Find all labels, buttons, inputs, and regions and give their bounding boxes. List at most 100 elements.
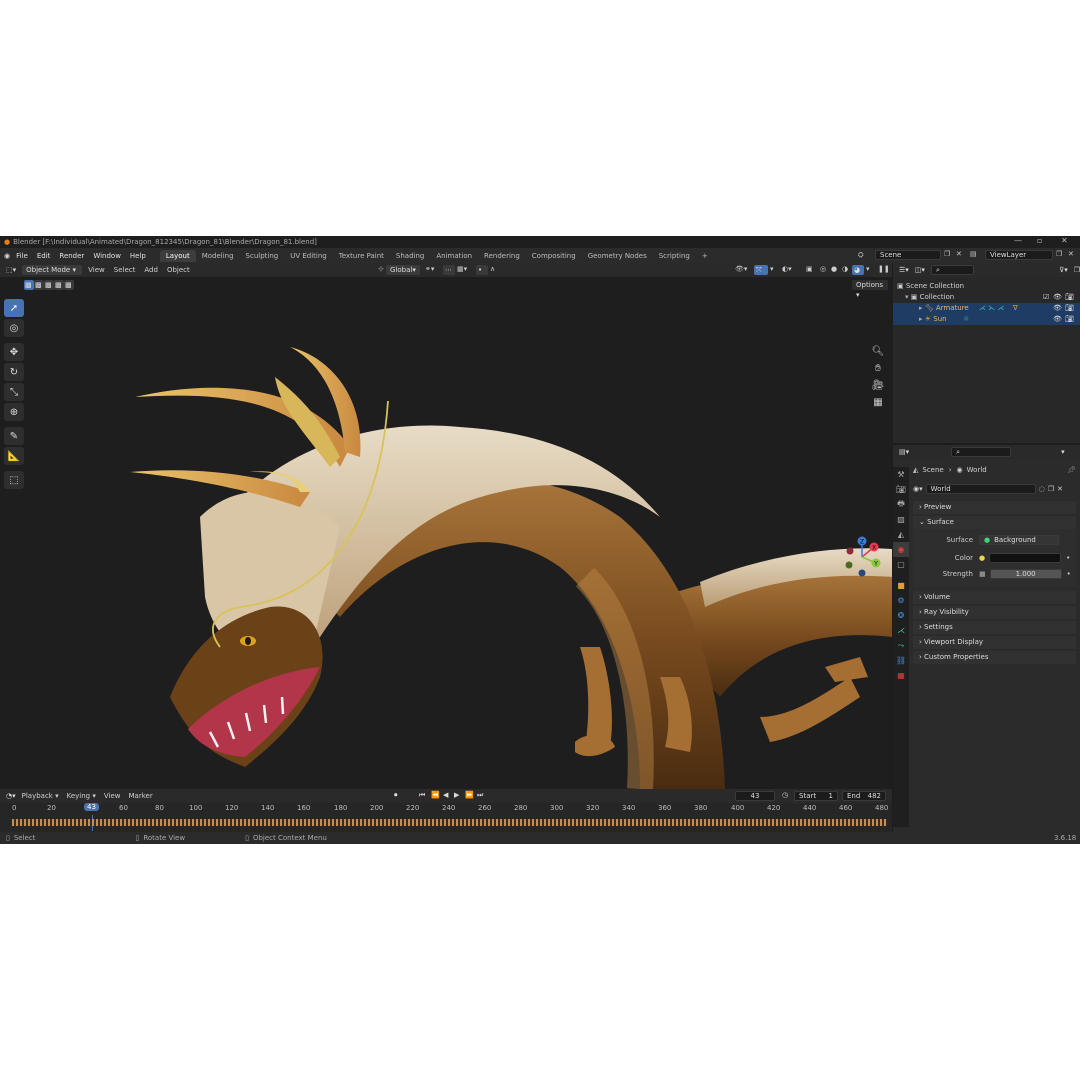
menu-render[interactable]: Render: [59, 252, 84, 260]
pause-render-icon[interactable]: ❚❚: [878, 265, 890, 273]
panel-volume[interactable]: › Volume: [913, 591, 1076, 604]
menu-marker[interactable]: Marker: [129, 792, 153, 800]
physics-tab-icon[interactable]: ⋌: [893, 623, 909, 638]
filter-icon[interactable]: ⊽▾: [1059, 266, 1068, 274]
sun-eye-icon[interactable]: 👁︎: [1053, 314, 1062, 325]
surface-shader-field[interactable]: ● Background: [979, 535, 1059, 545]
collection-checkbox-icon[interactable]: ☑: [1043, 292, 1049, 303]
maximize-icon[interactable]: ▫: [1037, 236, 1042, 245]
falloff-icon[interactable]: ∧: [490, 265, 495, 273]
view-layer-icon[interactable]: ▤: [970, 250, 977, 258]
view-layer-field[interactable]: ViewLayer: [985, 250, 1053, 260]
timeline-editor-icon[interactable]: ◔▾: [6, 792, 16, 800]
scene-tab-icon[interactable]: ◭: [893, 527, 909, 542]
menu-object[interactable]: Object: [167, 266, 190, 274]
shading-rendered-icon[interactable]: ◕: [852, 265, 864, 275]
panel-ray-visibility[interactable]: › Ray Visibility: [913, 606, 1076, 619]
color-swatch[interactable]: [989, 553, 1062, 563]
render-tab-icon[interactable]: 📷︎: [893, 482, 909, 497]
axis-gizmo[interactable]: Z X Y: [842, 535, 884, 579]
overlay-dropdown-icon[interactable]: ▾: [770, 265, 774, 273]
armature-camera-icon[interactable]: 📷︎: [1065, 303, 1074, 314]
snap-toggle-icon[interactable]: ⋯: [443, 265, 455, 275]
unlink-world-icon[interactable]: ✕: [1057, 485, 1063, 493]
play-icon[interactable]: ▶: [454, 791, 459, 799]
pivot-icon[interactable]: ⚭▾: [425, 265, 434, 273]
properties-editor-icon[interactable]: ▤▾: [899, 448, 909, 456]
keyframe-track[interactable]: [12, 819, 887, 826]
fake-user-icon[interactable]: ◌: [1039, 485, 1045, 493]
sun-camera-icon[interactable]: 📷︎: [1065, 314, 1074, 325]
properties-search-input[interactable]: ⌕: [951, 447, 1012, 457]
tab-shading[interactable]: Shading: [390, 250, 430, 262]
camera-view-icon[interactable]: 🎥︎: [870, 377, 886, 393]
world-browse-icon[interactable]: ◉▾: [913, 485, 923, 493]
editor-type-icon[interactable]: ⬚▾: [6, 266, 16, 274]
delete-scene-icon[interactable]: ✕: [956, 250, 962, 258]
xray-icon[interactable]: ▣: [806, 265, 813, 273]
duplicate-world-icon[interactable]: ❐: [1048, 485, 1054, 493]
outliner-item-armature[interactable]: ▸ 🦴︎ Armature ⋌ ⋋ ⋌ ∇ 👁︎ 📷︎: [893, 303, 1080, 314]
minimize-icon[interactable]: —: [1014, 236, 1022, 245]
particles-tab-icon[interactable]: ❂: [893, 608, 909, 623]
snap-target-icon[interactable]: ▦▾: [457, 265, 467, 273]
outliner-editor-icon[interactable]: ☰▾: [899, 266, 909, 274]
shading-options-icon[interactable]: ▾: [866, 265, 870, 273]
tab-layout[interactable]: Layout: [159, 249, 196, 262]
panel-custom-properties[interactable]: › Custom Properties: [913, 651, 1076, 664]
world-tab-icon[interactable]: ◉: [893, 542, 909, 557]
object-tab-icon[interactable]: ■: [893, 578, 909, 593]
playhead[interactable]: 43: [84, 803, 99, 811]
outliner-item-sun[interactable]: ▸ ☀ Sun ☼ 👁︎ 📷︎: [893, 314, 1080, 325]
new-view-layer-icon[interactable]: ❐: [1056, 250, 1062, 258]
tab-modeling[interactable]: Modeling: [196, 250, 240, 262]
navigation-gizmo[interactable]: [840, 535, 841, 536]
data-tab-icon[interactable]: ⛓: [893, 653, 909, 668]
outliner-collection[interactable]: ▾ ▣ Collection ☑ 👁︎ 📷︎: [893, 292, 1080, 303]
proportional-edit-icon[interactable]: •: [476, 265, 488, 275]
menu-playback[interactable]: Playback ▾: [22, 792, 59, 800]
record-icon[interactable]: ⏺: [394, 791, 398, 800]
outliner-search-input[interactable]: ⌕: [930, 265, 975, 275]
tab-compositing[interactable]: Compositing: [526, 250, 582, 262]
3d-viewport[interactable]: ⬚▾ Object Mode ▾ View Select Add Object …: [0, 263, 892, 789]
tab-rendering[interactable]: Rendering: [478, 250, 526, 262]
armature-eye-icon[interactable]: 👁︎: [1053, 303, 1062, 314]
blender-menu-icon[interactable]: ◉: [4, 252, 10, 260]
end-frame-field[interactable]: End 482: [842, 791, 886, 801]
menu-window[interactable]: Window: [93, 252, 121, 260]
menu-select[interactable]: Select: [114, 266, 136, 274]
collection-eye-icon[interactable]: 👁︎: [1053, 292, 1062, 303]
play-reverse-icon[interactable]: ◀: [443, 791, 448, 799]
shading-solid-icon[interactable]: ●: [831, 265, 837, 273]
display-mode-icon[interactable]: ◫▾: [915, 266, 925, 274]
modifier-tab-icon[interactable]: ⚙: [893, 593, 909, 608]
scene-field[interactable]: Scene: [875, 250, 941, 260]
panel-viewport-display[interactable]: › Viewport Display: [913, 636, 1076, 649]
collection-tab-icon[interactable]: ▢: [893, 557, 909, 572]
scene-selector-icon[interactable]: ⛭: [858, 251, 864, 260]
delete-view-layer-icon[interactable]: ✕: [1068, 250, 1074, 258]
menu-timeline-view[interactable]: View: [104, 792, 121, 800]
mode-dropdown[interactable]: Object Mode ▾: [22, 265, 83, 275]
close-icon[interactable]: ✕: [1061, 236, 1068, 245]
menu-keying[interactable]: Keying ▾: [67, 792, 96, 800]
strength-field[interactable]: 1.000: [989, 569, 1062, 579]
new-scene-icon[interactable]: ❐: [944, 250, 950, 258]
prev-keyframe-icon[interactable]: ⏪: [431, 791, 440, 799]
pin-icon[interactable]: 📌︎: [1067, 466, 1076, 474]
jump-end-icon[interactable]: ⏭: [477, 791, 483, 800]
properties-options-icon[interactable]: ▾: [1061, 448, 1065, 456]
ortho-grid-icon[interactable]: ▦: [870, 394, 886, 410]
gizmo-toggle-icon[interactable]: ⤧: [754, 265, 768, 275]
outliner-scene-collection[interactable]: ▣ Scene Collection: [893, 281, 1080, 292]
expand-arrow-icon[interactable]: ▸: [919, 304, 923, 312]
menu-view[interactable]: View: [88, 266, 105, 274]
shading-wireframe-icon[interactable]: ◎: [820, 265, 826, 273]
add-workspace-button[interactable]: +: [696, 250, 714, 262]
current-frame-field[interactable]: 43: [735, 791, 775, 801]
transform-orientation-dropdown[interactable]: Global▾: [386, 265, 420, 275]
keyframe-dot-icon[interactable]: •: [1067, 570, 1071, 578]
tab-scripting[interactable]: Scripting: [653, 250, 696, 262]
menu-file[interactable]: File: [16, 252, 28, 260]
